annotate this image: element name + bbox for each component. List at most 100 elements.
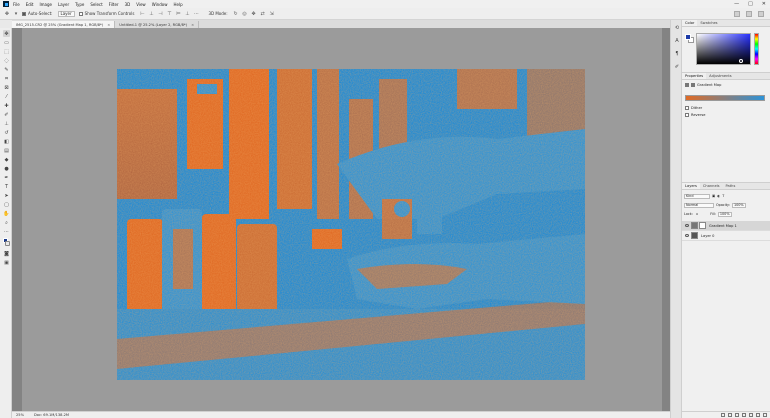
workspace-switcher-icon[interactable]: [746, 11, 752, 17]
document-size[interactable]: Doc: 69.1M/138.2M: [34, 413, 69, 417]
opacity-input[interactable]: 100%: [731, 202, 746, 208]
menu-type[interactable]: Type: [75, 2, 84, 7]
new-layer-icon[interactable]: [756, 413, 760, 417]
auto-select-checkbox[interactable]: [22, 11, 26, 16]
align-center-icon[interactable]: ⊥: [148, 11, 154, 17]
3d-scale-icon[interactable]: ⇲: [269, 11, 275, 17]
menu-window[interactable]: Window: [152, 2, 168, 7]
new-adjustment-icon[interactable]: [742, 413, 746, 417]
close-icon[interactable]: ×: [191, 23, 194, 27]
add-mask-icon[interactable]: [735, 413, 739, 417]
delete-layer-icon[interactable]: [763, 413, 767, 417]
tab-properties[interactable]: Properties: [682, 73, 707, 79]
menu-3d[interactable]: 3D: [125, 2, 131, 7]
3d-slide-icon[interactable]: ⇄: [260, 11, 266, 17]
paragraph-panel-icon[interactable]: ¶: [674, 51, 680, 57]
minimize-button[interactable]: —: [734, 1, 739, 7]
gradient-mapped-photo[interactable]: [117, 69, 585, 380]
3d-pan-icon[interactable]: ✥: [251, 11, 257, 17]
align-top-icon[interactable]: ⊤: [166, 11, 172, 17]
align-right-icon[interactable]: ⊣: [157, 11, 163, 17]
close-button[interactable]: ✕: [762, 1, 766, 7]
blend-mode-dropdown[interactable]: Normal: [684, 202, 714, 208]
lasso-tool-icon[interactable]: ◌: [3, 57, 10, 64]
tab-color[interactable]: Color: [682, 20, 698, 26]
tab-untitled-1[interactable]: Untitled-1 @ 25.2% (Layer 2, RGB/8*) ×: [115, 21, 200, 28]
clone-stamp-tool-icon[interactable]: ⊥: [3, 120, 10, 127]
menu-filter[interactable]: Filter: [109, 2, 119, 7]
gradient-map-editor[interactable]: [685, 95, 765, 101]
link-layers-icon[interactable]: [721, 413, 725, 417]
healing-brush-tool-icon[interactable]: ✚: [3, 102, 10, 109]
layer-kind-filter[interactable]: Kind: [684, 193, 710, 199]
move-tool-icon[interactable]: ✥: [3, 30, 10, 37]
filter-adjustment-icon[interactable]: ◐: [717, 194, 720, 198]
filter-type-icon[interactable]: T: [722, 194, 724, 198]
mask-thumbnail[interactable]: [699, 222, 706, 229]
menu-layer[interactable]: Layer: [58, 2, 69, 7]
quick-select-tool-icon[interactable]: ✎: [3, 66, 10, 73]
dodge-tool-icon[interactable]: ●: [3, 165, 10, 172]
share-icon[interactable]: [758, 11, 764, 17]
lock-icon[interactable]: ▫: [696, 212, 698, 216]
artboard-tool-icon[interactable]: ▭: [3, 39, 10, 46]
brush-tool-icon[interactable]: ✐: [3, 111, 10, 118]
brush-settings-icon[interactable]: ✐: [674, 64, 680, 70]
3d-rotate-icon[interactable]: ↻: [233, 11, 239, 17]
color-picker-marker[interactable]: [739, 59, 743, 63]
gradient-tool-icon[interactable]: ▤: [3, 147, 10, 154]
tab-adjustments[interactable]: Adjustments: [706, 73, 735, 79]
maximize-button[interactable]: □: [748, 1, 753, 7]
history-brush-tool-icon[interactable]: ↺: [3, 129, 10, 136]
align-middle-icon[interactable]: ⊨: [175, 11, 181, 17]
tab-img-2515[interactable]: IMG_2515.CR2 @ 25% (Gradient Map 1, RGB/…: [12, 21, 116, 28]
zoom-tool-icon[interactable]: ⌕: [3, 219, 10, 226]
pen-tool-icon[interactable]: ✒: [3, 174, 10, 181]
reverse-checkbox[interactable]: [685, 113, 689, 117]
close-icon[interactable]: ×: [107, 23, 110, 27]
background-color-swatch[interactable]: [5, 241, 10, 246]
layer-row-layer-0[interactable]: Layer 0: [682, 231, 770, 241]
visibility-eye-icon[interactable]: [685, 234, 689, 237]
tab-channels[interactable]: Channels: [700, 183, 723, 189]
search-icon[interactable]: [734, 11, 740, 17]
menu-edit[interactable]: Edit: [26, 2, 34, 7]
tab-swatches[interactable]: Swatches: [697, 20, 720, 26]
hand-tool-icon[interactable]: ✋: [3, 210, 10, 217]
chevron-down-icon[interactable]: ▾: [13, 11, 19, 17]
visibility-eye-icon[interactable]: [685, 224, 689, 227]
more-tools-icon[interactable]: ⋯: [3, 228, 10, 235]
show-transform-checkbox[interactable]: [78, 11, 83, 16]
menu-help[interactable]: Help: [173, 2, 182, 7]
path-selection-tool-icon[interactable]: ➤: [3, 192, 10, 199]
frame-tool-icon[interactable]: ⊠: [3, 84, 10, 91]
menu-view[interactable]: View: [136, 2, 146, 7]
tab-paths[interactable]: Paths: [723, 183, 739, 189]
document-canvas[interactable]: [22, 28, 662, 411]
zoom-level[interactable]: 25%: [16, 413, 24, 417]
marquee-tool-icon[interactable]: ⬚: [3, 48, 10, 55]
character-panel-icon[interactable]: A: [674, 38, 680, 44]
dither-option[interactable]: Dither: [685, 106, 702, 110]
new-group-icon[interactable]: [749, 413, 753, 417]
hue-slider[interactable]: [754, 33, 759, 65]
dither-checkbox[interactable]: [685, 106, 689, 110]
menu-image[interactable]: Image: [39, 2, 52, 7]
menu-file[interactable]: File: [13, 2, 20, 7]
filter-pixel-icon[interactable]: ▣: [712, 194, 715, 198]
history-panel-icon[interactable]: ⟲: [674, 25, 680, 31]
more-options-icon[interactable]: ⋯: [193, 11, 199, 17]
canvas-workspace[interactable]: [12, 28, 670, 411]
eyedropper-tool-icon[interactable]: ⁄: [3, 93, 10, 100]
mask-icon[interactable]: [691, 83, 695, 87]
auto-select-target-dropdown[interactable]: Layer: [57, 10, 75, 17]
photoshop-logo-icon[interactable]: [3, 1, 9, 7]
tab-layers[interactable]: Layers: [682, 183, 700, 189]
add-style-icon[interactable]: [728, 413, 732, 417]
crop-tool-icon[interactable]: ⌗: [3, 75, 10, 82]
move-tool-preset-icon[interactable]: ✥: [4, 11, 10, 17]
type-tool-icon[interactable]: T: [3, 183, 10, 190]
align-bottom-icon[interactable]: ⊥: [184, 11, 190, 17]
eraser-tool-icon[interactable]: ◧: [3, 138, 10, 145]
blur-tool-icon[interactable]: ◆: [3, 156, 10, 163]
